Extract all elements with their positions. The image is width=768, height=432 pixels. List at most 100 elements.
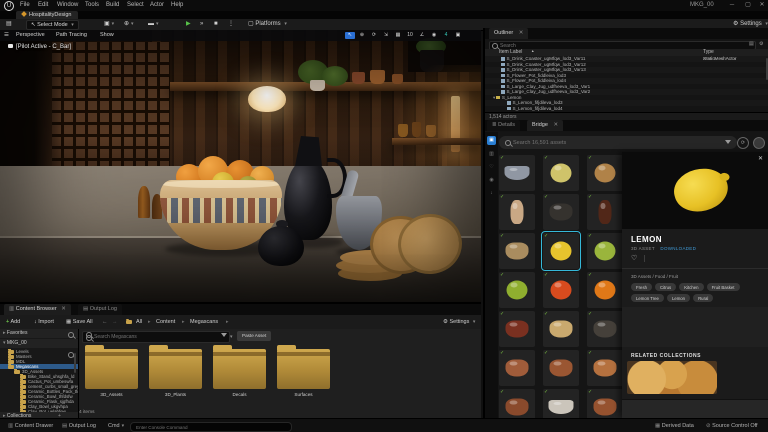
asset-thumb-terracotta-pot-2[interactable]: ✓ — [543, 350, 579, 386]
asset-thumb-terracotta-pot-1[interactable]: ✓ — [499, 350, 535, 386]
refresh-icon[interactable]: ⟳ — [737, 137, 749, 149]
forward-button[interactable]: → — [112, 315, 118, 329]
level-viewport[interactable]: ☰ Perspective Path Tracing Show ↖ ⊕ ⟳ ⇲ … — [0, 30, 481, 302]
folder-decals[interactable] — [213, 349, 266, 389]
menu-select[interactable]: Select — [127, 2, 144, 8]
asset-thumb-dark-vessel[interactable]: ✓ — [587, 311, 622, 347]
bridge-downloads-icon[interactable]: ↓ — [487, 189, 496, 198]
content-drawer-button[interactable]: ▥ Content Drawer — [8, 419, 53, 432]
outliner-row[interactable]: S_Lemon_fifjdileva_lod4StaticMeshActor — [485, 106, 768, 112]
tag-chip[interactable]: Lemon Tree — [631, 294, 664, 302]
downloaded-link[interactable]: DOWNLOADED — [660, 246, 696, 251]
tab-outliner[interactable]: Outliner ✕ — [489, 28, 528, 39]
menu-edit[interactable]: Edit — [38, 2, 48, 8]
bridge-home-icon[interactable]: ▣ — [487, 136, 496, 145]
viewport-view-mode-menu[interactable]: Path Tracing — [56, 30, 87, 41]
bridge-favorites-icon[interactable]: ♡ — [487, 163, 496, 172]
project-tab[interactable]: HospitalityDesign — [16, 11, 78, 19]
asset-thumb-lime[interactable]: ✓ — [587, 233, 622, 269]
derived-data-button[interactable]: ▦ Derived Data — [655, 419, 694, 432]
asset-thumb-lemon-selected[interactable]: ✓ — [543, 233, 579, 269]
rotation-snap-icon[interactable]: ∠ — [417, 32, 427, 39]
asset-thumb-black-teapot[interactable]: ✓ — [543, 194, 579, 230]
back-button[interactable]: ← — [102, 315, 108, 329]
tag-chip[interactable]: Rural — [693, 294, 713, 302]
favorite-heart-icon[interactable]: ♡ — [631, 254, 637, 262]
menu-build[interactable]: Build — [106, 2, 119, 8]
breadcrumb-all[interactable]: All — [136, 315, 142, 329]
asset-thumb-clay-pot-4[interactable]: ✓ — [587, 389, 622, 418]
menu-file[interactable]: File — [20, 2, 30, 8]
chevron-down-icon[interactable]: ▾ — [230, 334, 233, 340]
asset-thumb-stone-mortar[interactable]: ✓ — [499, 155, 535, 191]
search-icon[interactable] — [68, 332, 74, 338]
move-tool-icon[interactable]: ⊕ — [357, 32, 367, 39]
menu-tools[interactable]: Tools — [85, 2, 99, 8]
add-button[interactable]: + Add — [6, 315, 20, 329]
bridge-local-icon[interactable]: ▥ — [487, 150, 496, 159]
tab-details[interactable]: ≣ Details — [487, 120, 520, 131]
filter-icon[interactable] — [725, 140, 731, 144]
breadcrumb-content[interactable]: Content — [156, 315, 175, 329]
tab-bridge[interactable]: Bridge ✕ — [527, 120, 563, 131]
output-log-button[interactable]: ▤ Output Log — [62, 419, 96, 432]
asset-thumb-nectarine[interactable]: ✓ — [543, 272, 579, 308]
asset-thumb-clay-cup[interactable]: ✓ — [587, 350, 622, 386]
tag-chip[interactable]: Fruit Basket — [707, 283, 740, 291]
asset-thumb-orange[interactable]: ✓ — [587, 272, 622, 308]
viewport-show-menu[interactable]: Show — [100, 30, 114, 41]
rotate-tool-icon[interactable]: ⟳ — [369, 32, 379, 39]
close-icon[interactable]: ✕ — [519, 30, 524, 36]
asset-thumb-green-apple[interactable]: ✓ — [499, 272, 535, 308]
asset-thumb-clay-pot-3[interactable]: ✓ — [499, 389, 535, 418]
scale-tool-icon[interactable]: ⇲ — [381, 32, 391, 39]
viewport-options-icon[interactable]: ☰ — [4, 30, 9, 41]
favorites-section[interactable]: ▸ Favorites — [0, 329, 78, 338]
close-detail-icon[interactable]: ✕ — [756, 155, 765, 164]
play-button[interactable]: ▶ — [186, 20, 191, 28]
folder-3d-plants[interactable] — [149, 349, 202, 389]
tab-content-browser[interactable]: ▥ Content Browser ✕ — [4, 304, 71, 315]
column-type[interactable]: Type — [703, 49, 714, 55]
menu-window[interactable]: Window — [57, 2, 78, 8]
asset-thumb-red-clay-pot[interactable]: ✓ — [499, 311, 535, 347]
asset-thumb-brown-pear[interactable]: ✓ — [587, 155, 622, 191]
camera-speed-value[interactable]: 4 — [441, 32, 451, 39]
tag-chip[interactable]: Fresh — [631, 283, 652, 291]
menu-help[interactable]: Help — [171, 2, 183, 8]
outliner-settings-icon[interactable]: ⚙ — [759, 41, 763, 47]
content-drawer-icon[interactable]: ▤ — [6, 20, 12, 28]
stop-button[interactable]: ■ — [214, 20, 218, 28]
folder-3d-assets[interactable] — [85, 349, 138, 389]
close-button[interactable]: ✕ — [756, 1, 768, 10]
tag-chip[interactable]: Lemon — [667, 294, 690, 302]
bridge-collections-icon[interactable]: ◉ — [487, 176, 496, 185]
maximize-button[interactable]: ▢ — [742, 1, 754, 10]
account-avatar[interactable] — [753, 137, 765, 149]
add-actor-button[interactable]: ⊕▾ — [124, 20, 134, 28]
close-icon[interactable]: ✕ — [553, 122, 558, 128]
cinematics-button[interactable]: ▬▾ — [148, 20, 159, 28]
paste-asset-button[interactable]: Paste Asset — [237, 331, 271, 341]
caret-right-icon[interactable]: ▸ — [3, 330, 6, 336]
tag-chip[interactable]: Citrus — [655, 283, 676, 291]
menu-actor[interactable]: Actor — [150, 2, 164, 8]
grid-snap-icon[interactable]: ▦ — [393, 32, 403, 39]
minimize-button[interactable]: ─ — [726, 1, 738, 10]
asset-thumb-white-bowl[interactable]: ✓ — [543, 389, 579, 418]
tab-output-log[interactable]: ▤ Output Log — [78, 304, 122, 315]
source-control-button[interactable]: ⊘ Source Control Off — [706, 419, 758, 432]
breadcrumb-megascans[interactable]: Megascans — [190, 315, 218, 329]
asset-thumb-quince[interactable]: ✓ — [543, 155, 579, 191]
grid-snap-value[interactable]: 10 — [405, 32, 415, 39]
save-all-button[interactable]: ▦ Save All — [66, 315, 93, 329]
tag-chip[interactable]: Kitchen — [679, 283, 703, 291]
cb-settings-dropdown[interactable]: ⚙ Settings ▾ — [443, 315, 475, 329]
close-icon[interactable]: ✕ — [61, 306, 66, 312]
import-button[interactable]: ↓ Import — [34, 315, 54, 329]
cmd-dropdown[interactable]: Cmd▾ — [108, 419, 124, 432]
caret-down-icon[interactable]: ▾ — [3, 340, 6, 346]
skip-button[interactable]: » — [200, 20, 203, 28]
select-tool-icon[interactable]: ↖ — [345, 32, 355, 39]
platforms-dropdown[interactable]: ▢ Platforms ▾ — [248, 20, 287, 28]
